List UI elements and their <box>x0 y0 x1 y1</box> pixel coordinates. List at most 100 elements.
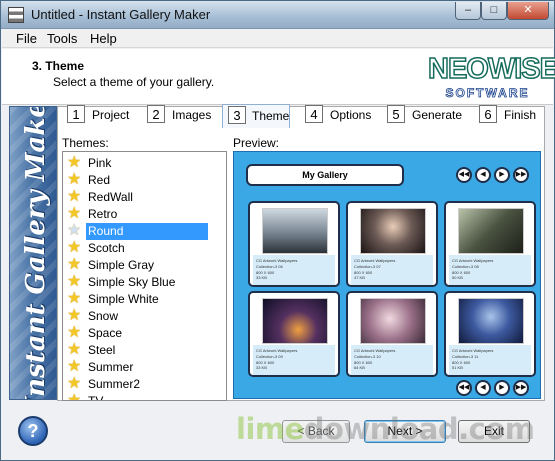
thumbnail-image <box>458 298 524 344</box>
title-bar[interactable]: Untitled - Instant Gallery Maker – □ ✕ <box>1 1 554 29</box>
list-item[interactable]: ★ Red <box>67 172 207 189</box>
thumbnail-image <box>360 298 426 344</box>
maximize-button[interactable]: □ <box>481 2 507 20</box>
star-icon: ★ <box>67 375 82 392</box>
list-item[interactable]: ★ Retro <box>67 206 207 223</box>
tab-images[interactable]: 2 Images <box>147 104 217 128</box>
help-button[interactable]: ? <box>18 416 48 446</box>
star-icon: ★ <box>67 358 82 375</box>
tab-label: Theme <box>252 109 290 123</box>
star-icon: ★ <box>67 222 82 239</box>
card-name: Collection-3 11 <box>452 354 479 359</box>
star-icon: ★ <box>67 154 82 171</box>
tab-theme[interactable]: 3 Theme <box>222 104 290 128</box>
prev-page-icon: ◀ <box>475 380 491 396</box>
tab-label: Generate <box>412 108 463 122</box>
thumbnail-image <box>262 208 328 254</box>
star-icon: ★ <box>67 273 82 290</box>
star-icon: ★ <box>67 392 82 401</box>
card-name: Collection-3 09 <box>256 354 283 359</box>
card-caption: CG Artwork Wallpapers <box>256 348 298 353</box>
star-icon: ★ <box>67 171 82 188</box>
window-title: Untitled - Instant Gallery Maker <box>31 7 211 22</box>
list-item[interactable]: ★ TV <box>67 393 207 401</box>
list-item-selected[interactable]: ★ Round <box>67 222 208 240</box>
watermark-lime: lime <box>236 412 304 446</box>
star-icon: ★ <box>67 324 82 341</box>
card-name: Collection-3 10 <box>354 354 381 359</box>
card-kb: 47 KB <box>354 275 365 280</box>
preview-label: Preview: <box>233 136 280 150</box>
thumbnail-image <box>360 208 426 254</box>
menu-file[interactable]: File <box>16 31 37 46</box>
tab-number: 1 <box>67 105 85 123</box>
theme-preview: My Gallery ◀◀ ◀ ▶ ▶▶ CG Artwork Wallpape… <box>233 151 541 399</box>
tab-number: 4 <box>305 105 323 123</box>
first-page-icon: ◀◀ <box>456 380 472 396</box>
logo-wordmark: NEOWISE <box>427 52 555 86</box>
app-icon[interactable] <box>8 7 24 23</box>
list-item[interactable]: ★ RedWall <box>67 189 207 206</box>
sidebar-banner: Instant Gallery Maker <box>9 106 57 400</box>
minimize-button[interactable]: – <box>455 2 481 20</box>
star-icon: ★ <box>67 307 82 324</box>
card-kb: 51 KB <box>452 365 463 370</box>
menu-tools[interactable]: Tools <box>47 31 77 46</box>
card-caption: CG Artwork Wallpapers <box>452 348 494 353</box>
thumbnail-image <box>262 298 328 344</box>
card-caption: CG Artwork Wallpapers <box>452 258 494 263</box>
list-item[interactable]: ★ Simple White <box>67 291 207 308</box>
star-icon: ★ <box>67 256 82 273</box>
last-page-icon: ▶▶ <box>513 380 529 396</box>
watermark: limedownload.com <box>236 412 535 446</box>
menu-bar: File Tools Help <box>2 29 553 48</box>
gallery-card: CG Artwork Wallpapers Collection-3 07 80… <box>346 201 438 287</box>
list-item[interactable]: ★ Summer <box>67 359 207 376</box>
card-kb: 50 KB <box>452 275 463 280</box>
star-icon: ★ <box>67 188 82 205</box>
thumbnail-image <box>458 208 524 254</box>
card-name: Collection-3 08 <box>452 264 479 269</box>
close-button[interactable]: ✕ <box>507 2 549 20</box>
tab-number: 5 <box>387 105 405 123</box>
first-page-icon: ◀◀ <box>456 167 472 183</box>
tab-number: 2 <box>147 105 165 123</box>
card-caption: CG Artwork Wallpapers <box>354 258 396 263</box>
list-item[interactable]: ★ Scotch <box>67 240 207 257</box>
tab-label: Options <box>330 108 372 122</box>
tab-options[interactable]: 4 Options <box>305 104 377 128</box>
prev-page-icon: ◀ <box>475 167 491 183</box>
star-icon: ★ <box>67 205 82 222</box>
card-caption: CG Artwork Wallpapers <box>256 258 298 263</box>
list-item[interactable]: ★ Steel <box>67 342 207 359</box>
tab-finish[interactable]: 6 Finish <box>479 104 543 128</box>
card-kb: 64 KB <box>354 365 365 370</box>
card-name: Collection-3 07 <box>354 264 381 269</box>
gallery-title: My Gallery <box>246 164 404 186</box>
card-caption: CG Artwork Wallpapers <box>354 348 396 353</box>
tab-generate[interactable]: 5 Generate <box>387 104 467 128</box>
logo-subtitle: SOFTWARE <box>445 86 530 101</box>
list-item[interactable]: ★ Pink <box>67 155 207 172</box>
list-item[interactable]: ★ Simple Gray <box>67 257 207 274</box>
next-page-icon: ▶ <box>494 167 510 183</box>
gallery-card: CG Artwork Wallpapers Collection-3 10 80… <box>346 291 438 377</box>
step-title: 3. Theme <box>32 59 85 73</box>
tab-project[interactable]: 1 Project <box>67 104 137 128</box>
last-page-icon: ▶▶ <box>513 167 529 183</box>
watermark-rest: download.com <box>303 412 535 446</box>
list-item[interactable]: ★ Snow <box>67 308 207 325</box>
star-icon: ★ <box>67 341 82 358</box>
list-item[interactable]: ★ Summer2 <box>67 376 207 393</box>
themes-list[interactable]: ★ Pink ★ Red ★ RedWall ★ Retro ★ Round ★ Scotc… <box>62 151 227 401</box>
tab-label: Images <box>172 108 212 122</box>
list-item[interactable]: ★ Simple Sky Blue <box>67 274 207 291</box>
menu-help[interactable]: Help <box>90 31 117 46</box>
list-item[interactable]: ★ Space <box>67 325 207 342</box>
next-page-icon: ▶ <box>494 380 510 396</box>
star-icon: ★ <box>67 239 82 256</box>
tab-label: Finish <box>504 108 537 122</box>
sidebar-title: Instant Gallery Maker <box>21 106 51 400</box>
themes-label: Themes: <box>62 136 109 150</box>
tab-number: 6 <box>479 105 497 123</box>
